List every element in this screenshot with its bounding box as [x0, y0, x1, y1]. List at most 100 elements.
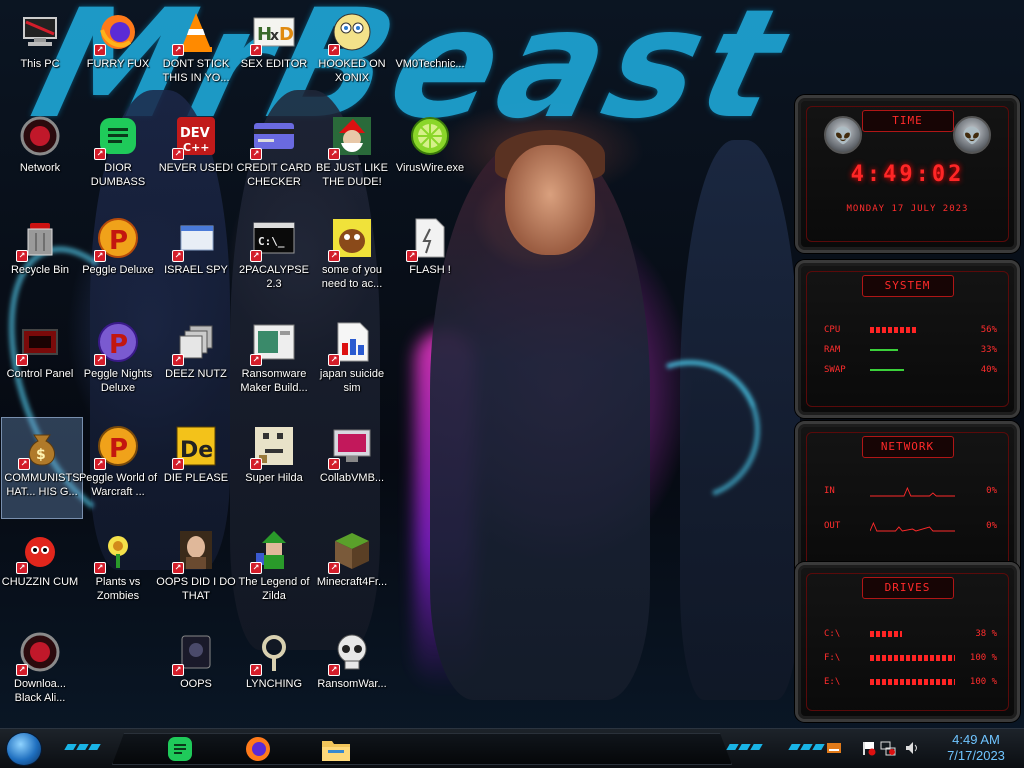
desktop-icon-download-black-alien[interactable]: Downloa... Black Ali...	[0, 624, 80, 724]
icon-label: SEX EDITOR	[240, 58, 308, 70]
widget-title: DRIVES	[861, 577, 954, 599]
icon-label: This PC	[20, 58, 60, 70]
portrait-icon	[172, 528, 218, 574]
taskbar-notes-app-button[interactable]	[156, 732, 204, 766]
desktop-icon-die-please[interactable]: De DIE PLEASE	[156, 418, 236, 518]
drive-e-bar	[870, 679, 955, 685]
desktop-icon-lynching[interactable]: LYNCHING	[234, 624, 314, 724]
peggle-icon: P	[94, 320, 140, 366]
drive-row-e: E:\ 100 %	[824, 675, 997, 689]
network-row-out: OUT 0%	[824, 519, 997, 533]
link-sprite-icon	[250, 528, 296, 574]
desktop-icon-collabvmb[interactable]: CollabVMB...	[312, 418, 392, 518]
drive-f-bar-fill	[870, 655, 955, 661]
desktop-icon-ransomware-maker[interactable]: Ransomware Maker Build...	[234, 314, 314, 414]
desktop-icon-2pacalypse[interactable]: C:\_ 2PACALYPSE 2.3	[234, 210, 314, 310]
desktop-icon-dont-stick[interactable]: DONT STICK THIS IN YO...	[156, 4, 236, 104]
svg-text:DEV: DEV	[180, 126, 210, 141]
desktop-icon-flash[interactable]: FLASH !	[390, 210, 470, 310]
row-value: 40%	[980, 365, 997, 375]
desktop-icon-be-just-like[interactable]: BE JUST LIKE THE DUDE!	[312, 108, 392, 208]
grass-block-icon	[328, 528, 374, 574]
notes-app-icon	[168, 737, 192, 761]
desktop-icon-hooked-on-xonix[interactable]: HOOKED ON XONIX	[312, 4, 392, 104]
icon-label: Network	[19, 162, 61, 174]
desktop-icon-credit-card[interactable]: CREDIT CARD CHECKER	[234, 108, 314, 208]
desktop-icon-this-pc[interactable]: This PC	[0, 4, 80, 104]
control-panel-icon	[16, 320, 62, 366]
desktop-icon-furry-fux[interactable]: FURRY FUX	[78, 4, 158, 104]
desktop-icon-virus-wire[interactable]: VirusWire.exe	[390, 108, 470, 208]
alien-head-icon: 👽	[824, 116, 862, 154]
desktop-icon-vm0[interactable]: VM0Technic...	[390, 4, 470, 104]
icon-label: The Legend of Zilda	[238, 576, 310, 602]
recycle-bin-icon	[16, 216, 62, 262]
icon-label: Downloa... Black Ali...	[14, 678, 66, 704]
svg-text:C++: C++	[183, 141, 210, 154]
desktop-icon-control-panel[interactable]: Control Panel	[0, 314, 80, 414]
system-widget[interactable]: SYSTEM CPU 56% RAM 33% SWAP 40%	[795, 260, 1020, 418]
network-widget[interactable]: NETWORK IN 0% OUT 0%	[795, 421, 1020, 579]
installer-icon	[328, 320, 374, 366]
icon-label: FLASH !	[409, 264, 451, 276]
desktop-icon-oops[interactable]: OOPS	[156, 624, 236, 724]
widget-clock: 4:49:02	[850, 162, 965, 187]
desktop-icon-never-used[interactable]: DEVC++ NEVER USED!	[156, 108, 236, 208]
app-window-icon	[250, 320, 296, 366]
network-row-in: IN 0%	[824, 484, 997, 498]
desktop-icon-some-of-you[interactable]: some of you need to ac...	[312, 210, 392, 310]
network-orb-icon	[16, 630, 62, 676]
desktop-icon-peggle-nights[interactable]: P Peggle Nights Deluxe	[78, 314, 158, 414]
row-label: RAM	[824, 345, 841, 355]
icon-label: some of you need to ac...	[321, 264, 383, 290]
desktop-icon-legend-of-zilda[interactable]: The Legend of Zilda	[234, 522, 314, 622]
icon-label: NEVER USED!	[158, 162, 234, 174]
svg-text:x: x	[270, 28, 279, 44]
taskbar-decoration	[788, 744, 825, 752]
desktop-icon-peggle-deluxe[interactable]: P Peggle Deluxe	[78, 210, 158, 310]
taskbar-firefox-button[interactable]	[234, 732, 282, 766]
desktop-icon-deez-nutz[interactable]: DEEZ NUTZ	[156, 314, 236, 414]
flag-icon[interactable]	[860, 740, 876, 756]
time-widget[interactable]: 👽 👽 TIME 4:49:02 MONDAY 17 JULY 2023	[795, 95, 1020, 253]
desktop-icon-ransomware[interactable]: RansomWar...	[312, 624, 392, 724]
desktop-icon-network[interactable]: Network	[0, 108, 80, 208]
taskbar-file-explorer-button[interactable]	[312, 732, 360, 766]
start-button[interactable]	[6, 732, 42, 766]
desktop-icon-japan-suicide[interactable]: japan suicide sim	[312, 314, 392, 414]
desktop-icon-recycle-bin[interactable]: Recycle Bin	[0, 210, 80, 310]
desktop-icon-dior-dumbass[interactable]: DIOR DUMBASS	[78, 108, 158, 208]
taskbar-clock[interactable]: 4:49 AM 7/17/2023	[934, 732, 1018, 764]
rope-icon	[250, 630, 296, 676]
ram-bar-fill	[870, 349, 899, 351]
icon-label: COMMUNISTS HAT... HIS G...	[4, 472, 80, 498]
desktop-icon-communists[interactable]: $ COMMUNISTS HAT... HIS G...	[1, 417, 83, 519]
peggle-icon: P	[94, 216, 140, 262]
row-value: 56%	[980, 325, 997, 335]
desktop-icon-sex-editor[interactable]: HxD SEX EDITOR	[234, 4, 314, 104]
taskbar-apps-area	[112, 733, 732, 765]
row-value: 33%	[980, 345, 997, 355]
icon-label: OOPS DID I DO THAT	[156, 576, 236, 602]
row-label: CPU	[824, 325, 841, 335]
desktop-icon-oops-did-i[interactable]: OOPS DID I DO THAT	[156, 522, 236, 622]
ram-bar	[870, 347, 955, 353]
icon-label: CHUZZIN CUM	[1, 576, 79, 588]
row-label: IN	[824, 486, 835, 496]
desktop-icon-israel-spy[interactable]: ISRAEL SPY	[156, 210, 236, 310]
desktop-icon-peggle-wow[interactable]: P Peggle World of Warcraft ...	[78, 418, 158, 518]
desktop-icon-minecraft[interactable]: Minecraft4Fr...	[312, 522, 392, 622]
desktop-icon-chuzzin-cum[interactable]: CHUZZIN CUM	[0, 522, 80, 622]
taskbar[interactable]: 4:49 AM 7/17/2023	[0, 728, 1024, 768]
drives-widget[interactable]: DRIVES C:\ 38 % F:\ 100 % E:\ 100 %	[795, 562, 1020, 722]
drive-icon[interactable]	[826, 740, 842, 756]
volume-icon[interactable]	[904, 740, 920, 756]
network-icon[interactable]	[880, 740, 896, 756]
cartoon-icon	[328, 10, 374, 56]
de-icon: De	[172, 424, 218, 470]
desktop-icon-super-hilda[interactable]: Super Hilda	[234, 418, 314, 518]
network-orb-icon	[18, 114, 62, 158]
icon-label: CREDIT CARD CHECKER	[236, 162, 312, 188]
desktop[interactable]: MrBeast This PC Network Recycle Bin Cont…	[0, 0, 1024, 768]
desktop-icon-plants-vs-zombies[interactable]: Plants vs Zombies	[78, 522, 158, 622]
